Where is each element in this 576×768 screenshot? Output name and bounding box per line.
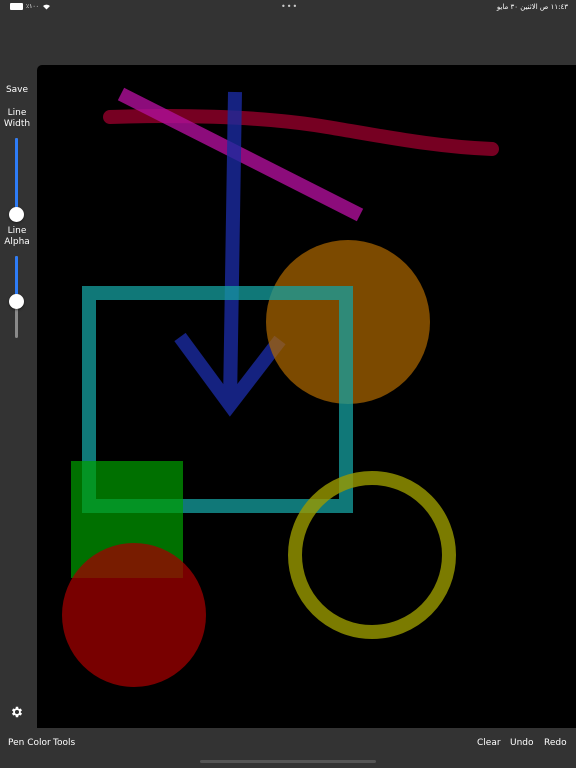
redo-button[interactable]: Redo: [544, 738, 567, 748]
wifi-icon: [42, 4, 50, 10]
red-filled-circle: [62, 543, 206, 687]
line-width-slider[interactable]: [9, 138, 24, 222]
battery-fill: [11, 4, 22, 9]
line-alpha-label: Line Alpha: [0, 226, 34, 248]
battery-percent: ٪١٠٠: [26, 3, 39, 10]
yellow-circle-outline: [288, 471, 456, 639]
status-left: ٪١٠٠: [10, 3, 51, 10]
drawing-canvas[interactable]: [37, 65, 576, 728]
line-width-label: Line Width: [0, 108, 34, 130]
line-alpha-label-text: Line Alpha: [4, 226, 30, 247]
clear-button[interactable]: Clear: [477, 738, 501, 748]
tools-button[interactable]: Tools: [53, 738, 75, 748]
line-alpha-slider[interactable]: [9, 256, 24, 338]
multitask-dots[interactable]: •••: [281, 2, 298, 11]
line-width-slider-thumb[interactable]: [9, 207, 24, 222]
home-indicator[interactable]: [200, 760, 376, 763]
undo-button[interactable]: Undo: [510, 738, 534, 748]
line-width-label-text: Line Width: [3, 108, 31, 129]
status-bar: ٪١٠٠ ••• ١١:٤٣ ص الاثنين ٣٠ مايو: [0, 0, 576, 14]
pen-color-button[interactable]: Pen Color: [8, 738, 51, 748]
line-alpha-slider-thumb[interactable]: [9, 294, 24, 310]
line-width-slider-fill: [15, 138, 18, 214]
drawing-surface[interactable]: [37, 65, 576, 728]
gear-icon[interactable]: [10, 705, 24, 719]
battery-icon: [10, 3, 23, 10]
save-button[interactable]: Save: [0, 85, 34, 95]
status-time-date: ١١:٤٣ ص الاثنين ٣٠ مايو: [496, 3, 568, 11]
